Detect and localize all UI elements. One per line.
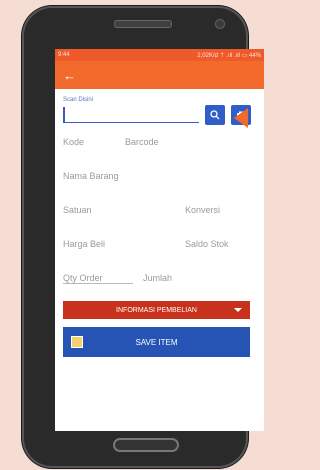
barcode-field[interactable]: Barcode xyxy=(125,137,159,147)
save-item-label: SAVE ITEM xyxy=(135,337,178,347)
scan-row xyxy=(63,105,256,125)
kode-barcode-row: Kode Barcode xyxy=(63,125,256,159)
satuan-field[interactable]: Satuan xyxy=(63,205,185,215)
informasi-pembelian-dropdown[interactable]: INFORMASI PEMBELIAN xyxy=(63,301,250,319)
jumlah-field[interactable]: Jumlah xyxy=(143,273,172,283)
search-button[interactable] xyxy=(205,105,225,125)
status-bar: 9:44 2,02K/d ⇡ .ıll .ıll ▭ 44% xyxy=(55,49,264,61)
saldo-stok-field[interactable]: Saldo Stok xyxy=(185,239,229,249)
edit-icon xyxy=(71,336,83,348)
qty-jumlah-row: Qty Order Jumlah xyxy=(63,261,256,295)
back-arrow-icon[interactable]: ← xyxy=(63,69,76,82)
app-bar: ← xyxy=(55,61,264,89)
search-icon xyxy=(210,110,220,120)
qty-order-field[interactable]: Qty Order xyxy=(63,273,133,284)
status-time: 9:44 xyxy=(58,52,70,58)
status-indicators: 2,02K/d ⇡ .ıll .ıll ▭ 44% xyxy=(197,52,261,59)
satuan-konversi-row: Satuan Konversi xyxy=(63,193,256,227)
home-button[interactable] xyxy=(113,438,179,452)
nama-barang-row: Nama Barang xyxy=(63,159,256,193)
scan-label: Scan Disini xyxy=(63,97,94,103)
nama-barang-field[interactable]: Nama Barang xyxy=(63,171,119,181)
kode-field[interactable]: Kode xyxy=(63,137,125,147)
informasi-pembelian-label: INFORMASI PEMBELIAN xyxy=(116,306,197,314)
harga-beli-field[interactable]: Harga Beli xyxy=(63,239,185,249)
chevron-down-icon xyxy=(234,308,242,312)
speaker xyxy=(114,20,172,28)
save-item-button[interactable]: SAVE ITEM xyxy=(63,327,250,357)
harga-saldo-row: Harga Beli Saldo Stok xyxy=(63,227,256,261)
side-pointer xyxy=(234,108,248,128)
item-form: Scan Disini Kode Barcode Nama Barang Sat… xyxy=(55,89,264,357)
front-camera xyxy=(215,19,225,29)
konversi-field[interactable]: Konversi xyxy=(185,205,220,215)
phone-frame: 9:44 2,02K/d ⇡ .ıll .ıll ▭ 44% ← Scan Di… xyxy=(22,6,264,468)
scan-input[interactable] xyxy=(63,107,199,123)
screen: 9:44 2,02K/d ⇡ .ıll .ıll ▭ 44% ← Scan Di… xyxy=(55,49,264,431)
